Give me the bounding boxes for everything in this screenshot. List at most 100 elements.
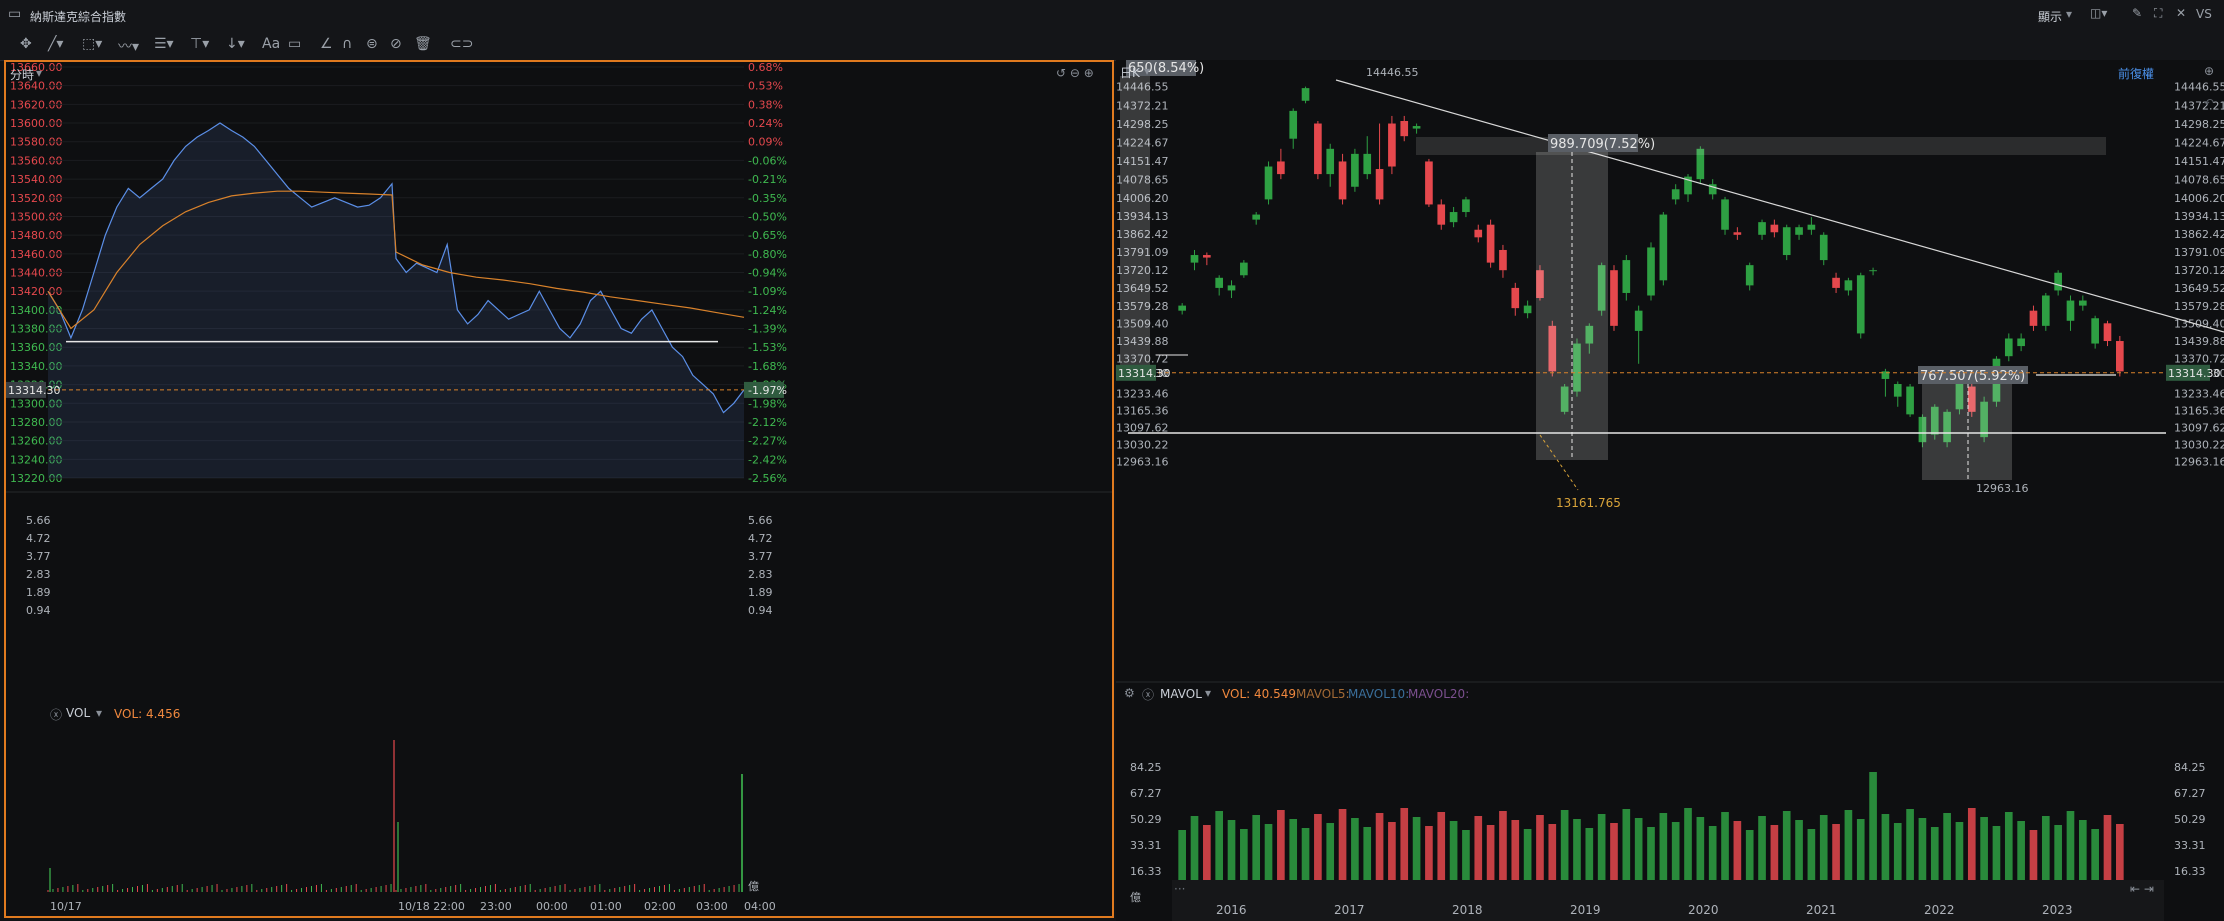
- candle-body: [1634, 310, 1643, 331]
- angle-icon[interactable]: ∠: [320, 36, 333, 52]
- candle-body: [2041, 295, 2050, 326]
- window-title: 納斯達克綜合指數: [30, 10, 127, 24]
- chevron-down-icon[interactable]: ▾: [36, 66, 42, 80]
- vol-tick-right: 33.31: [2174, 839, 2206, 852]
- candle-body: [1363, 153, 1372, 175]
- period-selector[interactable]: 日K: [1120, 64, 1140, 81]
- add-icon[interactable]: ⊕: [2204, 64, 2214, 78]
- current-price-tag: 13314.30: [1118, 367, 1171, 380]
- x-tick-label: 23:00: [480, 900, 512, 913]
- link-icon[interactable]: ⊂⊃: [450, 36, 473, 52]
- sidebar-toggle-icon[interactable]: ▭: [8, 6, 21, 22]
- measure-label: 767.507(5.92%): [1920, 369, 2025, 384]
- candle-body: [1240, 262, 1248, 276]
- intraday-chart[interactable]: 13660.0013640.0013620.0013600.0013580.00…: [6, 62, 1112, 916]
- pct-tick-label: -1.53%: [748, 341, 787, 354]
- candle-body: [1733, 232, 1742, 235]
- y-tick-label-right: 13791.09: [2174, 246, 2224, 259]
- close-icon[interactable]: ⓧ: [1142, 686, 1154, 703]
- vol-bar: [1474, 816, 1483, 890]
- candle-body: [1449, 212, 1458, 223]
- candle-body: [1474, 229, 1483, 238]
- vol-bar: [1190, 816, 1199, 890]
- measure-box: [1922, 370, 2012, 480]
- vol-bar: [1881, 814, 1890, 890]
- fullscreen-icon[interactable]: ⛶: [2154, 6, 2162, 21]
- vol-bar: [1375, 813, 1384, 890]
- year-label: 2022: [1924, 903, 1955, 917]
- mode-selector[interactable]: 分時: [10, 66, 34, 83]
- pct-tick-label: -2.42%: [748, 453, 787, 466]
- y-tick-label-right: 13370.72: [2174, 353, 2224, 366]
- undo-icon[interactable]: ↶: [2204, 96, 2214, 110]
- measure-label: 989.709(7.52%): [1550, 137, 1655, 152]
- adjust-toggle[interactable]: 前復權: [2118, 65, 2154, 82]
- pct-tick-label: -0.35%: [748, 192, 787, 205]
- y-tick-label-right: 12963.16: [2174, 456, 2224, 469]
- scroll-arrows-icon[interactable]: ⇤ ⇥: [2130, 882, 2154, 896]
- candle-body: [1856, 275, 1865, 334]
- more-icon[interactable]: ···: [1174, 882, 1185, 896]
- chevron-down-icon[interactable]: ▾: [1205, 686, 1211, 700]
- candle-body: [1338, 161, 1347, 200]
- vs-button[interactable]: VS: [2196, 7, 2212, 21]
- current-price-tag: 13314.30: [8, 384, 61, 397]
- vol-tick-left: 1.89: [26, 586, 51, 599]
- mavol20-label: MAVOL20:: [1408, 687, 1470, 701]
- hide-icon[interactable]: ⊘: [390, 36, 402, 52]
- y-tick-label-right: 13030.22: [2174, 439, 2224, 452]
- y-tick-label: 13030.22: [1116, 439, 1169, 452]
- pct-tick-label: 0.53%: [748, 80, 783, 93]
- y-tick-label-right: 13165.36: [2174, 404, 2224, 417]
- vol-bar: [1659, 813, 1668, 890]
- candle-body: [1893, 384, 1902, 397]
- candle-body: [1647, 247, 1655, 296]
- trend-line-icon[interactable]: ╱▾: [48, 36, 63, 52]
- candle-body: [1770, 224, 1779, 233]
- pencil-icon[interactable]: ✎: [2132, 6, 2142, 20]
- kline-chart[interactable]: 14446.5514446.5514372.2114372.2114298.25…: [1116, 60, 2224, 921]
- candle-body: [2017, 338, 2025, 347]
- fib-icon[interactable]: ☰▾: [154, 36, 174, 52]
- daily-kline-panel: 14446.5514446.5514372.2114372.2114298.25…: [1116, 60, 2224, 921]
- vol-bar: [1721, 812, 1729, 890]
- candle-body: [1622, 260, 1631, 293]
- trash-icon[interactable]: 🗑: [414, 36, 432, 52]
- vol-tick-right: 5.66: [748, 514, 773, 527]
- measure-icon[interactable]: ⊤▾: [190, 36, 209, 52]
- y-tick-label-right: 14372.21: [2174, 99, 2224, 112]
- vol-tick-left: 5.66: [26, 514, 51, 527]
- layout-icon[interactable]: ◫▾: [2090, 6, 2107, 20]
- panel-controls-icon[interactable]: ↺ ⊖ ⊕: [1056, 66, 1094, 80]
- settings-icon[interactable]: ⚙: [1124, 686, 1135, 700]
- pct-tick-label: 0.38%: [748, 98, 783, 111]
- unit-label: 億: [1130, 891, 1141, 904]
- vol-tick-right: 3.77: [748, 550, 773, 563]
- note-icon[interactable]: ▭: [288, 36, 301, 52]
- y-tick-label-right: 14446.55: [2174, 80, 2224, 93]
- candle-body: [2091, 318, 2099, 344]
- indicator-name[interactable]: MAVOL: [1160, 687, 1202, 701]
- eye-icon[interactable]: ⊜: [366, 36, 378, 52]
- vol-bar: [2004, 812, 2013, 890]
- vol-tick-left: 3.77: [26, 550, 51, 563]
- candle-body: [1499, 249, 1507, 271]
- move-icon[interactable]: ✥: [20, 36, 32, 52]
- arrow-down-icon[interactable]: ↓▾: [226, 36, 245, 52]
- drawing-lock-icon[interactable]: ✕: [2176, 6, 2186, 20]
- chevron-down-icon[interactable]: ▾: [1144, 64, 1150, 78]
- year-label: 2020: [1688, 903, 1719, 917]
- close-icon[interactable]: ⓧ: [50, 706, 62, 723]
- time-navigator[interactable]: ··· 2016 2017 2018 2019 2020 2021 2022 2…: [1172, 880, 2164, 921]
- magnet-icon[interactable]: ∩: [342, 36, 352, 52]
- candle-body: [2103, 323, 2112, 342]
- text-icon[interactable]: Aa: [262, 36, 280, 52]
- wave-icon[interactable]: 〰▾: [118, 36, 139, 56]
- chevron-down-icon[interactable]: ▾: [2066, 7, 2072, 21]
- candle-body: [1906, 386, 1914, 415]
- candle-body: [2004, 338, 2013, 357]
- display-menu[interactable]: 顯示: [2038, 8, 2062, 25]
- vol-bar: [1967, 808, 1976, 890]
- vol-tick-right: 16.33: [2174, 865, 2206, 878]
- shape-icon[interactable]: ⬚▾: [82, 36, 102, 52]
